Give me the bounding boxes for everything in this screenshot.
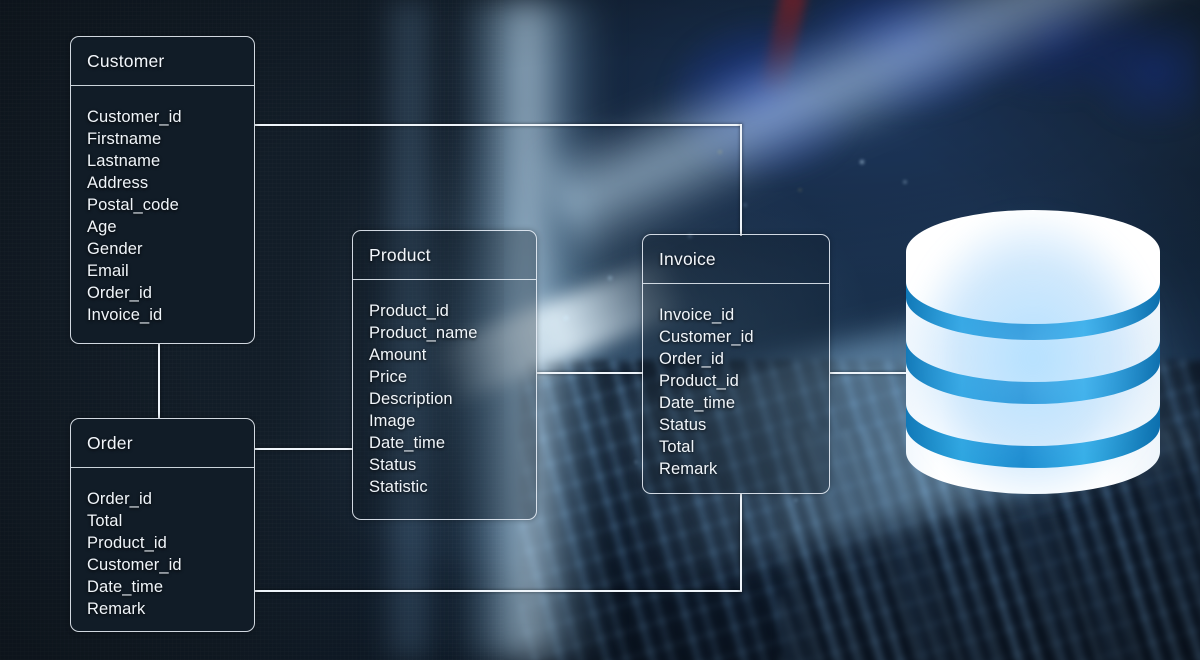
- entity-field: Age: [87, 218, 117, 236]
- entity-field-list: Customer_id Firstname Lastname Address Posta…: [71, 86, 254, 342]
- entity-field-list: Order_id Total Product_id Customer_id Date_t…: [71, 468, 254, 636]
- entity-table-customer[interactable]: Customer Customer_id Firstname Lastname Addr…: [70, 36, 255, 344]
- connector-order-to-product-h: [255, 448, 353, 450]
- entity-field: Firstname: [87, 130, 162, 148]
- entity-field: Email: [87, 262, 129, 280]
- entity-field: Remark: [659, 460, 718, 478]
- entity-field: Invoice_id: [659, 306, 735, 324]
- entity-field: Order_id: [87, 490, 152, 508]
- entity-table-invoice[interactable]: Invoice Invoice_id Customer_id Order_id Prod…: [642, 234, 830, 494]
- entity-field: Date_time: [87, 578, 164, 596]
- entity-field: Amount: [369, 346, 427, 364]
- connector-customer-to-invoice-h: [255, 124, 742, 126]
- entity-table-title-invoice: Invoice: [643, 235, 829, 284]
- entity-table-order[interactable]: Order Order_id Total Product_id Customer_id D…: [70, 418, 255, 632]
- entity-field: Product_id: [87, 534, 167, 552]
- entity-table-product[interactable]: Product Product_id Product_name Amount Price…: [352, 230, 537, 520]
- entity-field: Image: [369, 412, 416, 430]
- connector-order-to-invoice-bottom-h: [255, 590, 742, 592]
- entity-field: Date_time: [369, 434, 446, 452]
- entity-field: Customer_id: [87, 108, 182, 126]
- connector-order-to-invoice-bottom-v: [740, 494, 742, 591]
- entity-table-title-customer: Customer: [71, 37, 254, 86]
- entity-field: Address: [87, 174, 149, 192]
- connector-product-to-invoice-h: [537, 372, 643, 374]
- connector-customer-to-order-v: [158, 344, 160, 419]
- connector-customer-to-invoice-v: [740, 124, 742, 236]
- entity-field: Customer_id: [659, 328, 754, 346]
- entity-field: Status: [369, 456, 417, 474]
- entity-field: Customer_id: [87, 556, 182, 574]
- entity-field: Product_id: [369, 302, 449, 320]
- entity-field-list: Invoice_id Customer_id Order_id Product_id D…: [643, 284, 829, 496]
- entity-field: Price: [369, 368, 408, 386]
- entity-field: Gender: [87, 240, 143, 258]
- entity-field: Lastname: [87, 152, 161, 170]
- entity-table-title-order: Order: [71, 419, 254, 468]
- er-diagram-canvas: Customer Customer_id Firstname Lastname Addr…: [0, 0, 1200, 660]
- entity-field: Product_id: [659, 372, 739, 390]
- entity-field: Total: [87, 512, 123, 530]
- entity-field: Order_id: [87, 284, 152, 302]
- entity-field: Postal_code: [87, 196, 179, 214]
- entity-table-title-product: Product: [353, 231, 536, 280]
- entity-field-list: Product_id Product_name Amount Price Descrip…: [353, 280, 536, 514]
- entity-field: Statistic: [369, 478, 428, 496]
- entity-field: Description: [369, 390, 453, 408]
- entity-field: Remark: [87, 600, 146, 618]
- entity-field: Order_id: [659, 350, 724, 368]
- entity-field: Date_time: [659, 394, 736, 412]
- database-cylinder-icon: [856, 150, 1200, 566]
- entity-field: Invoice_id: [87, 306, 163, 324]
- entity-field: Total: [659, 438, 695, 456]
- entity-field: Status: [659, 416, 707, 434]
- database-icon-glow: [856, 150, 1200, 566]
- entity-field: Product_name: [369, 324, 478, 342]
